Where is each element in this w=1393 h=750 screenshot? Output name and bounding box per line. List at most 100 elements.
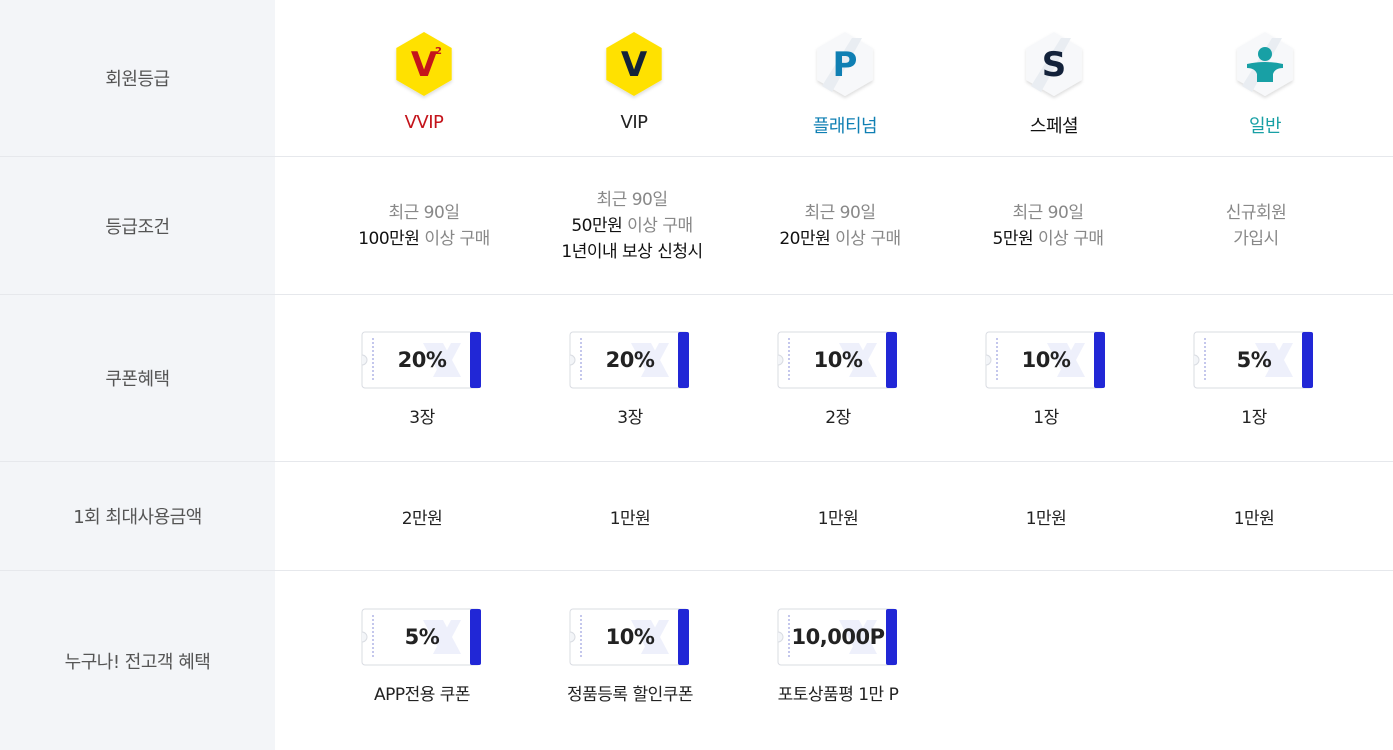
grade-badge-letter: V — [621, 45, 648, 85]
coupon-ticket: 10,000P — [777, 608, 899, 666]
coupon-cell: 20% 3장 — [317, 295, 527, 461]
coupon-ticket: 10% — [777, 331, 899, 389]
everyone-benefit-label: 정품등록 할인쿠폰 — [566, 685, 694, 705]
max-amount-cell: 2만원 — [317, 462, 527, 570]
coupon-count: 1장 — [1241, 407, 1267, 428]
condition-amount-rest: 이상 구매 — [419, 228, 490, 249]
coupon-ticket: 5% — [361, 608, 483, 666]
coupon-value: 10% — [1021, 347, 1071, 372]
condition-amount-value: 50만원 — [571, 215, 623, 236]
coupon-cell: 20% 3장 — [525, 295, 735, 461]
coupon-ticket: 10% — [985, 331, 1107, 389]
grade-badge-superscript: 2 — [435, 46, 442, 57]
max-amount-row: 1회 최대사용금액 2만원 1만원 1만원 1만원 1만원 — [0, 462, 1393, 570]
condition-cell: 최근 90일 20만원 이상 구매 — [735, 157, 945, 294]
condition-period: 최근 90일 — [804, 202, 876, 223]
everyone-benefit-cell: 10% 정품등록 할인쿠폰 — [525, 571, 735, 750]
condition-amount: 5만원 이상 구매 — [993, 226, 1104, 252]
condition-amount: 50만원 이상 구매 — [561, 213, 702, 239]
coupon-cell: 5% 1장 — [1149, 295, 1359, 461]
everyone-benefit-row: 누구나! 전고객 혜택 5% APP전용 쿠폰 10% 정품등록 할인쿠폰 10,000… — [0, 571, 1393, 750]
condition-amount-rest: 이상 구매 — [622, 215, 693, 236]
max-amount-value: 1만원 — [817, 508, 859, 529]
row-label-grade: 회원등급 — [105, 69, 170, 90]
coupon-value: 20% — [397, 347, 447, 372]
condition-cell: 최근 90일 5만원 이상 구매 — [943, 157, 1153, 294]
condition-amount-rest: 가입시 — [1233, 228, 1279, 249]
coupon-value: 20% — [605, 347, 655, 372]
condition-cell: 최근 90일 50만원 이상 구매 1년이내 보상 신청시 — [527, 157, 737, 294]
max-amount-cell: 1만원 — [941, 462, 1151, 570]
grade-name: VVIP — [404, 112, 444, 133]
grade-cell: P 플래티넘 — [740, 0, 950, 156]
max-amount-value: 1만원 — [1233, 508, 1275, 529]
max-amount-value: 1만원 — [1025, 508, 1067, 529]
condition-cells: 최근 90일 100만원 이상 구매 최근 90일 50만원 이상 구매 1년이내 보상… — [275, 157, 1393, 294]
coupon-value: 10% — [813, 347, 863, 372]
condition-period: 최근 90일 — [596, 189, 668, 210]
coupon-cell: 10% 1장 — [941, 295, 1151, 461]
grade-cell: S 스페셜 — [949, 0, 1159, 156]
coupon-ticket: 10% — [569, 608, 691, 666]
max-amount-value: 2만원 — [401, 508, 443, 529]
grade-cell: V 2 VVIP — [319, 0, 529, 156]
grade-condition-text: 최근 90일 20만원 이상 구매 — [779, 200, 901, 252]
everyone-benefit-cell: 5% APP전용 쿠폰 — [317, 571, 527, 750]
everyone-benefit-cell: 10,000P 포토상품평 1만 P — [733, 571, 943, 750]
max-amount-value: 1만원 — [609, 508, 651, 529]
max-amount-cell: 1만원 — [733, 462, 943, 570]
grade-condition-text: 최근 90일 5만원 이상 구매 — [993, 200, 1104, 252]
grade-badge-icon — [1237, 32, 1293, 96]
condition-row: 등급조건 최근 90일 100만원 이상 구매 최근 90일 50만원 이상 구매 1년… — [0, 157, 1393, 294]
grade-name: 스페셜 — [1029, 116, 1079, 137]
condition-cell: 신규회원가입시 — [1151, 157, 1361, 294]
condition-period: 신규회원 — [1225, 202, 1287, 223]
grade-badge-letter: S — [1042, 45, 1067, 85]
row-label-everyone: 누구나! 전고객 혜택 — [64, 651, 211, 673]
coupon-count: 3장 — [617, 407, 643, 428]
condition-amount-rest: 이상 구매 — [830, 228, 901, 249]
coupon-cell: 10% 2장 — [733, 295, 943, 461]
grade-badge-icon: S — [1026, 32, 1082, 96]
row-label-condition: 등급조건 — [105, 216, 170, 238]
condition-amount: 가입시 — [1226, 226, 1287, 252]
condition-period: 최근 90일 — [388, 202, 460, 223]
coupon-value: 10,000P — [791, 625, 885, 649]
coupon-value: 5% — [1236, 347, 1272, 372]
grade-cells: V 2 VVIP V VIP P 플래티넘 S 스페셜 일반 — [275, 0, 1393, 156]
grade-cell: 일반 — [1160, 0, 1370, 156]
everyone-benefit-cells: 5% APP전용 쿠폰 10% 정품등록 할인쿠폰 10,000P 포토상품평 1만 P — [275, 571, 1393, 750]
coupon-ticket: 20% — [569, 331, 691, 389]
grade-badge-icon: P — [817, 32, 873, 96]
coupon-value: 5% — [404, 625, 440, 649]
coupon-count: 3장 — [409, 407, 435, 428]
condition-amount: 100만원 이상 구매 — [358, 226, 490, 252]
grade-row: 회원등급 V 2 VVIP V VIP P 플래티넘 S 스페셜 일반 — [0, 0, 1393, 156]
condition-amount-value: 20만원 — [779, 228, 831, 249]
row-label-coupon: 쿠폰혜택 — [105, 369, 170, 390]
everyone-benefit-label: APP전용 쿠폰 — [373, 685, 471, 705]
condition-extra: 1년이내 보상 신청시 — [561, 241, 703, 262]
max-amount-cell: 1만원 — [525, 462, 735, 570]
grade-condition-text: 최근 90일 100만원 이상 구매 — [358, 200, 490, 252]
grade-name: 일반 — [1248, 116, 1282, 137]
condition-cell: 최근 90일 100만원 이상 구매 — [319, 157, 529, 294]
grade-badge-letter: P — [833, 45, 858, 85]
grade-condition-text: 신규회원가입시 — [1226, 200, 1287, 252]
max-amount-cells: 2만원 1만원 1만원 1만원 1만원 — [275, 462, 1393, 570]
coupon-row: 쿠폰혜택 20% 3장 20% 3장 10% 2장 10% 1장 5% 1장 — [0, 295, 1393, 461]
grade-name: 플래티넘 — [812, 116, 878, 137]
coupon-cells: 20% 3장 20% 3장 10% 2장 10% 1장 5% 1장 — [275, 295, 1393, 461]
max-amount-cell: 1만원 — [1149, 462, 1359, 570]
condition-amount-value: 5만원 — [992, 228, 1034, 249]
grade-name: VIP — [620, 112, 648, 133]
grade-badge-icon: V2 — [396, 32, 452, 96]
condition-amount-rest: 이상 구매 — [1033, 228, 1104, 249]
condition-amount-value: 100만원 — [358, 228, 420, 249]
grade-badge-icon: V — [606, 32, 662, 96]
membership-benefits-table: 회원등급 V 2 VVIP V VIP P 플래티넘 S 스페셜 일반 등급조건 최근 90일 10… — [0, 0, 1393, 750]
coupon-ticket: 20% — [361, 331, 483, 389]
coupon-ticket: 5% — [1193, 331, 1315, 389]
condition-period: 최근 90일 — [1012, 202, 1084, 223]
coupon-count: 2장 — [825, 407, 851, 428]
